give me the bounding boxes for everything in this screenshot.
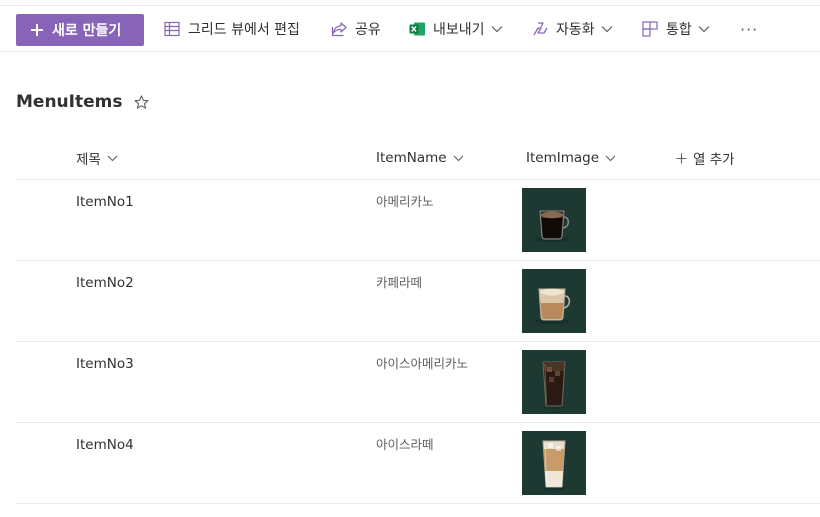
- new-item-button[interactable]: 새로 만들기: [16, 14, 144, 46]
- title-cell[interactable]: ItemNo3: [76, 356, 134, 372]
- integrate-label: 통합: [666, 22, 692, 38]
- table-row[interactable]: ItemNo3 아이스아메리카노: [16, 342, 820, 423]
- chevron-down-icon: [491, 25, 503, 33]
- list-title-text: MenuItems: [16, 92, 123, 112]
- chevron-down-icon: [698, 25, 710, 33]
- excel-icon: [408, 20, 426, 38]
- share-label: 공유: [355, 22, 381, 38]
- plus-icon: [676, 153, 687, 164]
- add-column-button[interactable]: 열 추가: [676, 146, 735, 170]
- add-column-label: 열 추가: [693, 152, 735, 168]
- export-button[interactable]: 내보내기: [408, 6, 503, 52]
- chevron-down-icon: [453, 155, 464, 162]
- command-bar: 새로 만들기 그리드 뷰에서 편집 공유 내보내기 자동화 통합 ···: [0, 6, 820, 52]
- title-cell[interactable]: ItemNo4: [76, 437, 134, 453]
- more-options-button[interactable]: ···: [740, 6, 758, 52]
- plus-icon: [30, 23, 44, 37]
- itemname-cell: 카페라떼: [376, 275, 423, 290]
- drink-thumbnail[interactable]: [522, 188, 586, 252]
- itemname-cell: 아이스라떼: [376, 437, 434, 452]
- list-title: MenuItems: [16, 92, 150, 112]
- column-header-itemimage[interactable]: ItemImage: [526, 146, 616, 170]
- new-item-label: 새로 만들기: [52, 23, 122, 39]
- edit-grid-view-label: 그리드 뷰에서 편집: [188, 22, 300, 38]
- grid-icon: [163, 20, 181, 38]
- chevron-down-icon: [107, 155, 118, 162]
- title-cell[interactable]: ItemNo1: [76, 194, 134, 210]
- column-header-itemname[interactable]: ItemName: [376, 146, 464, 170]
- drink-thumbnail[interactable]: [522, 431, 586, 495]
- automate-button[interactable]: 자동화: [531, 6, 613, 52]
- chevron-down-icon: [601, 25, 613, 33]
- star-icon[interactable]: [134, 94, 150, 110]
- table-row[interactable]: ItemNo1 아메리카노: [16, 180, 820, 261]
- share-button[interactable]: 공유: [330, 6, 381, 52]
- itemname-cell: 아메리카노: [376, 194, 434, 209]
- table-row[interactable]: ItemNo2 카페라떼: [16, 261, 820, 342]
- drink-thumbnail[interactable]: [522, 269, 586, 333]
- column-header-itemname-label: ItemName: [376, 150, 447, 166]
- column-header-title[interactable]: 제목: [76, 146, 118, 170]
- chevron-down-icon: [605, 155, 616, 162]
- table-row[interactable]: ItemNo4 아이스라떼: [16, 423, 820, 504]
- share-icon: [330, 20, 348, 38]
- export-label: 내보내기: [433, 22, 485, 38]
- column-header-itemimage-label: ItemImage: [526, 150, 600, 166]
- edit-grid-view-button[interactable]: 그리드 뷰에서 편집: [163, 6, 300, 52]
- column-header-title-label: 제목: [76, 152, 101, 168]
- integrate-icon: [641, 20, 659, 38]
- flow-icon: [531, 20, 549, 38]
- title-cell[interactable]: ItemNo2: [76, 275, 134, 291]
- drink-thumbnail[interactable]: [522, 350, 586, 414]
- itemname-cell: 아이스아메리카노: [376, 356, 469, 371]
- automate-label: 자동화: [556, 22, 595, 38]
- integrate-button[interactable]: 통합: [641, 6, 710, 52]
